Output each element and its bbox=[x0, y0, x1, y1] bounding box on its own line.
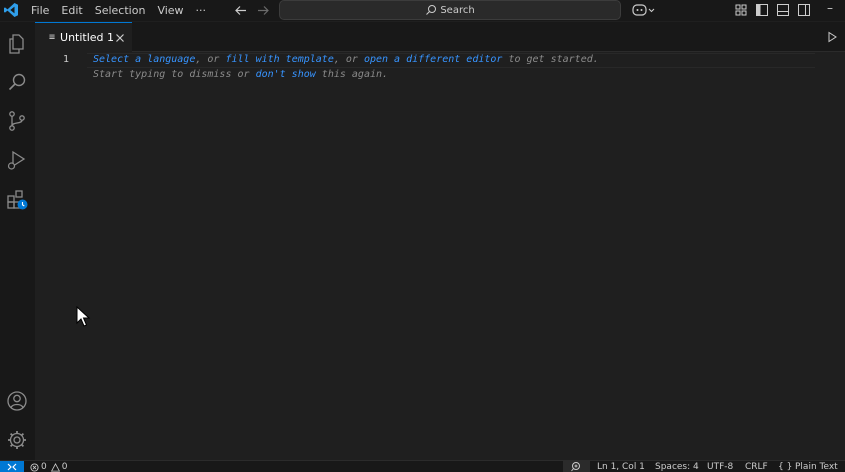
empty-editor-hint-line-1: Select a language, or fill with template… bbox=[93, 54, 599, 65]
text-file-icon: ≡ bbox=[49, 32, 56, 43]
menu-selection[interactable]: Selection bbox=[89, 0, 152, 21]
dont-show-link[interactable]: don't show bbox=[256, 69, 316, 80]
zoom-icon bbox=[571, 462, 580, 472]
tab-untitled-1[interactable]: ≡ Untitled 1 bbox=[35, 22, 132, 52]
forward-arrow-icon[interactable] bbox=[255, 3, 271, 18]
source-control-icon[interactable] bbox=[5, 109, 29, 133]
tab-label: Untitled 1 bbox=[60, 31, 115, 44]
close-icon[interactable] bbox=[114, 32, 126, 44]
menu-file[interactable]: File bbox=[25, 0, 55, 21]
accounts-icon[interactable] bbox=[5, 389, 29, 413]
error-count: 0 bbox=[41, 462, 47, 472]
line-number: 1 bbox=[63, 54, 70, 65]
cursor-position[interactable]: Ln 1, Col 1 bbox=[597, 462, 645, 472]
menu-edit[interactable]: Edit bbox=[55, 0, 88, 21]
back-arrow-icon[interactable] bbox=[233, 3, 249, 18]
search-icon bbox=[426, 5, 437, 15]
title-bar: File Edit Selection View ··· Search – bbox=[0, 0, 845, 21]
minimize-button[interactable]: – bbox=[820, 0, 840, 21]
mouse-pointer-icon bbox=[76, 306, 91, 327]
select-language-link[interactable]: Select a language bbox=[93, 54, 195, 65]
search-label: Search bbox=[440, 4, 475, 16]
error-icon bbox=[30, 462, 39, 472]
menu-more[interactable]: ··· bbox=[190, 0, 213, 21]
status-bar: 0 0 Ln 1, Col 1 Spaces: 4 UTF-8 CRLF { }… bbox=[0, 460, 845, 472]
language-mode[interactable]: Plain Text bbox=[795, 462, 838, 472]
open-different-editor-link[interactable]: open a different editor bbox=[364, 54, 502, 65]
customize-layout-icon[interactable] bbox=[733, 2, 749, 18]
empty-editor-hint-line-2: Start typing to dismiss or don't show th… bbox=[93, 69, 388, 80]
extensions-icon[interactable] bbox=[5, 187, 29, 211]
menu-bar: File Edit Selection View ··· bbox=[25, 0, 212, 21]
editor-tab-row: ≡ Untitled 1 bbox=[35, 22, 845, 52]
fill-with-template-link[interactable]: fill with template bbox=[225, 54, 333, 65]
copilot-icon[interactable] bbox=[631, 2, 657, 18]
indentation[interactable]: Spaces: 4 bbox=[655, 462, 699, 472]
zoom-button[interactable] bbox=[563, 461, 590, 472]
run-icon[interactable] bbox=[826, 31, 838, 43]
warning-count: 0 bbox=[61, 462, 68, 472]
warning-icon bbox=[50, 462, 60, 472]
manage-gear-icon[interactable] bbox=[5, 428, 29, 452]
hint-suffix: to get started. bbox=[502, 54, 599, 65]
vscode-logo-icon bbox=[4, 3, 18, 17]
remote-icon bbox=[7, 463, 17, 471]
activity-bar bbox=[0, 22, 35, 460]
explorer-icon[interactable] bbox=[5, 32, 29, 56]
hint-suffix: this again. bbox=[315, 69, 389, 80]
menu-view[interactable]: View bbox=[151, 0, 189, 21]
run-and-debug-icon[interactable] bbox=[5, 148, 29, 172]
end-of-line[interactable]: CRLF bbox=[745, 462, 768, 472]
problems-indicator[interactable]: 0 0 bbox=[30, 462, 69, 472]
layout-controls bbox=[733, 2, 817, 18]
hint-separator: , or bbox=[333, 54, 364, 65]
encoding[interactable]: UTF-8 bbox=[707, 462, 733, 472]
command-center-search[interactable]: Search bbox=[279, 0, 621, 20]
toggle-panel-icon[interactable] bbox=[775, 2, 791, 18]
hint-separator: , or bbox=[195, 54, 226, 65]
hint-prefix: Start typing to dismiss or bbox=[93, 69, 256, 80]
remote-indicator[interactable] bbox=[0, 461, 24, 472]
language-braces-icon: { } bbox=[778, 462, 793, 472]
toggle-primary-sidebar-icon[interactable] bbox=[754, 2, 770, 18]
search-view-icon[interactable] bbox=[5, 70, 29, 94]
editor-area[interactable]: 1 Select a language, or fill with templa… bbox=[35, 52, 845, 460]
toggle-secondary-sidebar-icon[interactable] bbox=[796, 2, 812, 18]
